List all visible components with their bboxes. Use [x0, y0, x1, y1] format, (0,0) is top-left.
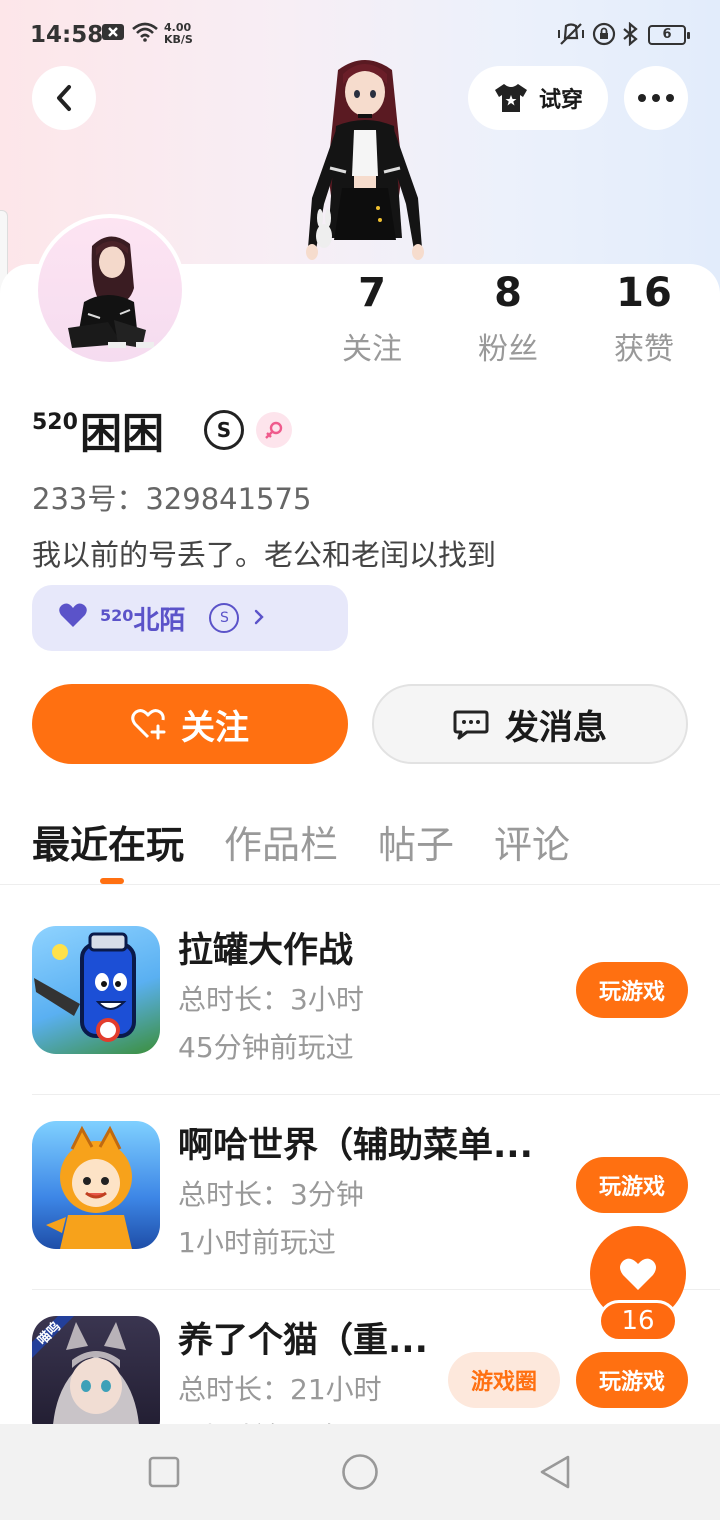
- follow-label: 关注: [181, 707, 249, 748]
- battery-indicator: 6: [648, 25, 690, 45]
- play-game-button[interactable]: 玩游戏: [576, 1157, 688, 1213]
- try-on-label: 试穿: [538, 88, 583, 113]
- profile-name: 困困: [79, 408, 164, 458]
- triangle-back-icon: [540, 1455, 570, 1489]
- stat-following[interactable]: 7 关注: [312, 270, 432, 368]
- network-speed: 4.00 KB/S: [164, 22, 193, 46]
- follow-button[interactable]: 关注: [32, 684, 348, 764]
- game-duration: 总时长：21小时: [178, 1373, 382, 1406]
- game-last-played: 45分钟前玩过: [178, 1031, 354, 1064]
- chat-bubble-icon: [453, 710, 489, 740]
- wifi-icon: [132, 22, 158, 47]
- nav-back-button[interactable]: [538, 1454, 572, 1494]
- stat-following-value: 7: [358, 270, 386, 316]
- game-icon: [32, 926, 160, 1054]
- name-prefix: 520: [32, 409, 78, 435]
- circle-icon: [342, 1454, 378, 1490]
- tshirt-icon: [494, 84, 527, 112]
- avatar-image: [68, 236, 154, 348]
- more-dots-icon: [638, 94, 674, 102]
- stat-followers[interactable]: 8 粉丝: [448, 270, 568, 368]
- heart-icon: [620, 1258, 656, 1290]
- s-badge-icon[interactable]: S: [203, 410, 244, 450]
- game-last-played: 1小时前玩过: [178, 1226, 336, 1259]
- tab-works[interactable]: 作品栏: [224, 814, 338, 869]
- game-title: 养了个猫（重...: [178, 1321, 428, 1361]
- game-icon: 喵呜: [32, 1316, 160, 1424]
- heart-icon: [58, 602, 88, 635]
- back-button[interactable]: [32, 66, 96, 130]
- game-title: 啊哈世界（辅助菜单...: [178, 1126, 533, 1166]
- chevron-right-icon: [253, 604, 265, 632]
- bluetooth-icon: [622, 21, 638, 51]
- game-title: 拉罐大作战: [178, 931, 354, 971]
- game-item[interactable]: 拉罐大作战 总时长：3小时 45分钟前玩过 玩游戏: [0, 900, 720, 1095]
- system-navigation-bar: [0, 1424, 720, 1520]
- heart-plus-icon: [131, 709, 166, 740]
- stat-followers-value: 8: [494, 270, 522, 316]
- game-circle-button[interactable]: 游戏圈: [448, 1352, 560, 1408]
- tab-posts[interactable]: 帖子: [378, 814, 454, 869]
- tabs-divider: [0, 884, 720, 885]
- stat-likes-value: 16: [616, 270, 672, 316]
- tab-recently-played[interactable]: 最近在玩: [32, 814, 184, 869]
- game-last-played: 1小时前玩过: [178, 1416, 336, 1424]
- stat-following-label: 关注: [342, 332, 402, 367]
- female-gender-icon: [255, 412, 292, 448]
- recently-played-list: 拉罐大作战 总时长：3小时 45分钟前玩过 玩游戏 啊哈世界（辅助菜单... 总…: [0, 900, 720, 1424]
- game-duration: 总时长：3分钟: [178, 1178, 364, 1211]
- notification-icon: [102, 22, 124, 46]
- partner-relationship-chip[interactable]: 520北陌 S: [32, 585, 348, 651]
- partner-name-text: 北陌: [133, 605, 186, 636]
- like-count-badge: 16: [598, 1300, 678, 1342]
- rotation-lock-icon: [592, 22, 616, 51]
- play-game-button[interactable]: 玩游戏: [576, 962, 688, 1018]
- try-on-button[interactable]: 试穿: [468, 66, 608, 130]
- game-duration: 总时长：3小时: [178, 983, 364, 1016]
- play-game-button[interactable]: 玩游戏: [576, 1352, 688, 1408]
- profile-tabs: 最近在玩 作品栏 帖子 评论: [32, 814, 570, 869]
- user-id: 233号：329841575: [32, 482, 312, 516]
- game-icon: [32, 1121, 160, 1249]
- recents-button[interactable]: [148, 1456, 180, 1492]
- profile-avatar[interactable]: [34, 214, 186, 366]
- chevron-left-icon: [57, 85, 71, 111]
- send-message-button[interactable]: 发消息: [372, 684, 688, 764]
- partner-name-prefix: 520: [100, 605, 134, 625]
- avatar-3d-figure[interactable]: [280, 48, 450, 266]
- send-message-label: 发消息: [505, 707, 607, 748]
- partner-name: 520北陌: [100, 600, 185, 637]
- network-speed-unit: KB/S: [164, 33, 193, 46]
- home-button[interactable]: [341, 1453, 379, 1495]
- partner-s-badge-icon: S: [209, 603, 240, 633]
- tab-comments[interactable]: 评论: [494, 814, 570, 869]
- more-options-button[interactable]: [624, 66, 688, 130]
- square-icon: [148, 1456, 180, 1488]
- profile-name-row: 520 困困 S: [32, 400, 292, 460]
- status-time: 14:58: [30, 22, 104, 48]
- vibrate-mute-icon: [556, 22, 586, 51]
- stat-likes[interactable]: 16 获赞: [584, 270, 704, 368]
- profile-bio: 我以前的号丢了。老公和老闰以找到: [32, 538, 497, 572]
- stat-followers-label: 粉丝: [478, 332, 538, 367]
- stat-likes-label: 获赞: [614, 332, 674, 367]
